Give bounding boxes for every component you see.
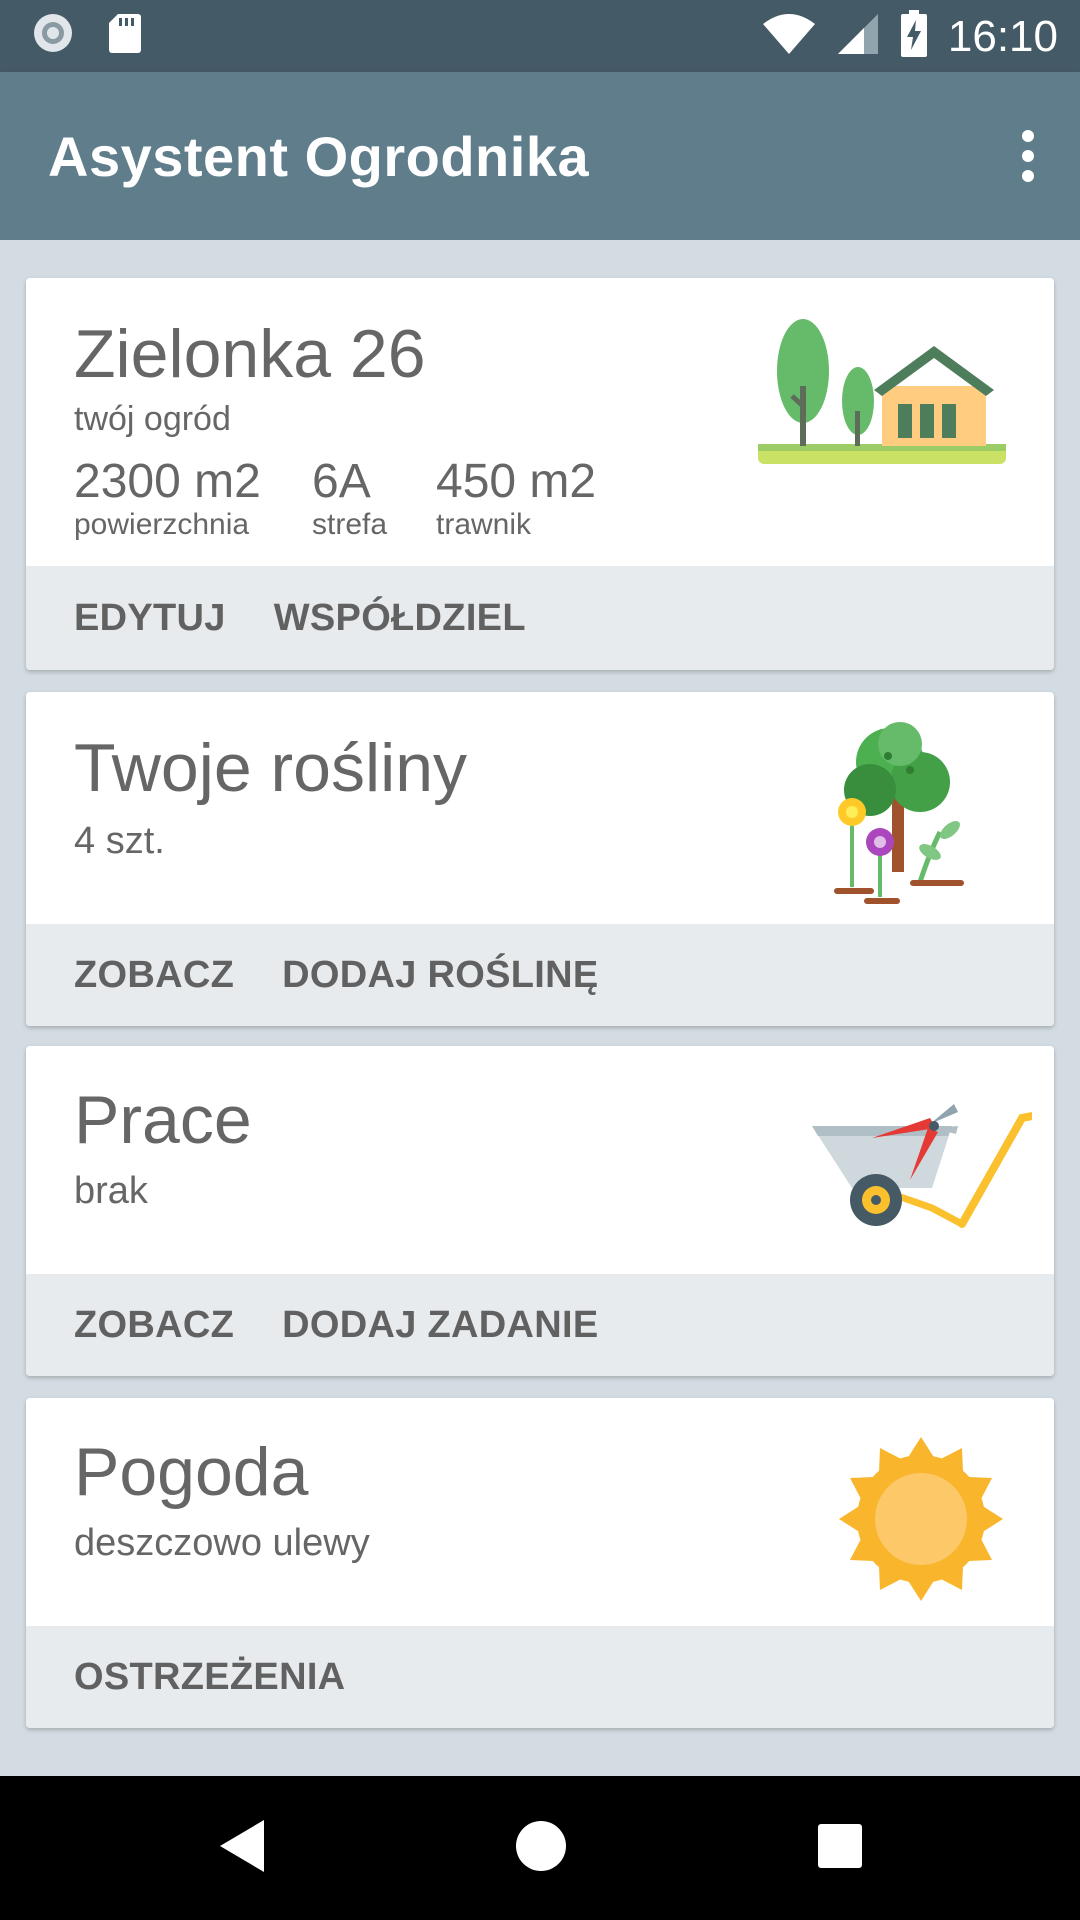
tasks-status: brak: [74, 1170, 148, 1212]
tree-flowers-icon: [830, 712, 990, 917]
dashboard: Zielonka 26 twój ogród 2300 m2 powierzch…: [0, 240, 1080, 1776]
add-plant-button[interactable]: DODAJ ROŚLINĘ: [282, 954, 598, 997]
navigation-bar: [0, 1776, 1080, 1920]
stat-zone: 6A strefa: [312, 455, 388, 542]
weather-actions: OSTRZEŻENIA: [26, 1626, 1054, 1728]
wifi-icon: [762, 12, 816, 61]
sun-icon: [836, 1434, 1006, 1609]
stat-area: 2300 m2 powierzchnia: [74, 455, 261, 542]
sd-card-icon: [108, 12, 142, 59]
overflow-menu-icon[interactable]: [1014, 130, 1042, 182]
add-task-button[interactable]: DODAJ ZADANIE: [282, 1304, 598, 1347]
battery-charging-icon: [900, 10, 928, 63]
tasks-title: Prace: [74, 1082, 252, 1158]
weather-card[interactable]: Pogoda deszczowo ulewy OSTRZEŻENIA: [26, 1398, 1054, 1728]
garden-card[interactable]: Zielonka 26 twój ogród 2300 m2 powierzch…: [26, 278, 1054, 670]
home-icon[interactable]: [514, 1816, 568, 1881]
status-bar: 16:10: [0, 0, 1080, 72]
back-icon[interactable]: [216, 1816, 268, 1881]
house-garden-icon: [758, 316, 1008, 481]
warnings-button[interactable]: OSTRZEŻENIA: [74, 1656, 345, 1699]
garden-actions: EDYTUJ WSPÓŁDZIEL: [26, 566, 1054, 670]
stat-lawn-label: trawnik: [436, 508, 532, 541]
app-title: Asystent Ogrodnika: [48, 125, 590, 188]
clock: 16:10: [947, 11, 1058, 61]
record-icon: [32, 12, 74, 59]
wheelbarrow-shears-icon: [812, 1098, 1036, 1243]
edit-button[interactable]: EDYTUJ: [74, 597, 226, 640]
signal-icon: [836, 12, 880, 61]
garden-title: Zielonka 26: [74, 316, 426, 392]
weather-description: deszczowo ulewy: [74, 1522, 370, 1564]
view-plants-button[interactable]: ZOBACZ: [74, 954, 234, 997]
tasks-card[interactable]: Prace brak ZOBACZ DODAJ ZADANIE: [26, 1046, 1054, 1376]
app-bar: Asystent Ogrodnika: [0, 72, 1080, 240]
stat-zone-label: strefa: [312, 508, 388, 541]
plants-actions: ZOBACZ DODAJ ROŚLINĘ: [26, 924, 1054, 1026]
plants-count: 4 szt.: [74, 820, 165, 862]
plants-card[interactable]: Twoje rośliny 4 szt. ZOBACZ DODAJ ROŚLIN…: [26, 692, 1054, 1026]
share-button[interactable]: WSPÓŁDZIEL: [274, 597, 526, 640]
recents-icon[interactable]: [816, 1816, 864, 1881]
stat-area-value: 2300 m2: [74, 455, 261, 508]
plants-title: Twoje rośliny: [74, 730, 468, 806]
weather-title: Pogoda: [74, 1434, 309, 1510]
stat-area-label: powierzchnia: [74, 508, 250, 541]
stat-lawn: 450 m2 trawnik: [436, 455, 597, 542]
stat-lawn-value: 450 m2: [436, 455, 597, 508]
tasks-actions: ZOBACZ DODAJ ZADANIE: [26, 1274, 1054, 1376]
stat-zone-value: 6A: [312, 455, 371, 508]
garden-subtitle: twój ogród: [74, 400, 231, 438]
view-tasks-button[interactable]: ZOBACZ: [74, 1304, 234, 1347]
